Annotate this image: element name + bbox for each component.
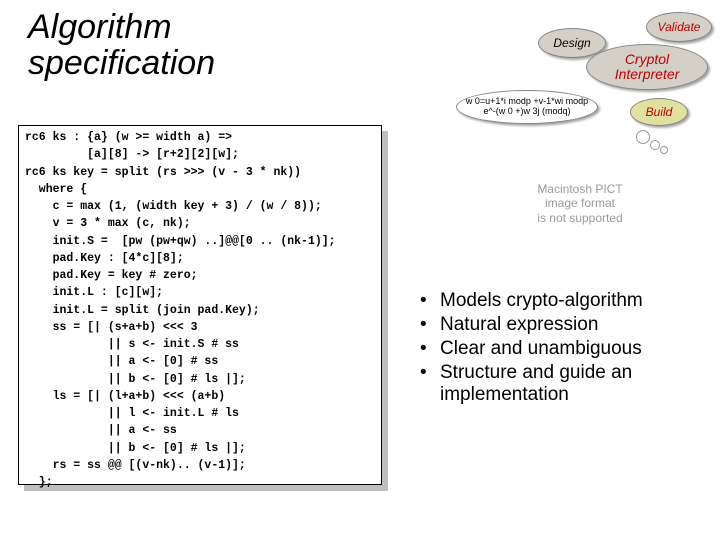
bullet-text: Models crypto-algorithm bbox=[440, 290, 643, 312]
title-line-2: specification bbox=[28, 44, 215, 82]
bullet-marker: • bbox=[420, 314, 440, 336]
bubble-icon bbox=[660, 146, 668, 154]
formula-line-2: e^-(w 0 +)w 3j (modq) bbox=[484, 107, 571, 117]
placeholder-line: Macintosh PICT bbox=[520, 182, 640, 196]
bullet-text: Clear and unambiguous bbox=[440, 338, 642, 360]
process-diagram: Design Validate Cryptol Interpreter Buil… bbox=[408, 8, 708, 168]
oval-cryptol-interpreter: Cryptol Interpreter bbox=[586, 44, 708, 90]
missing-image-placeholder: Macintosh PICT image format is not suppo… bbox=[520, 182, 640, 225]
code-content: rc6 ks : {a} (w >= width a) => [a][8] ->… bbox=[18, 125, 382, 485]
title-line-1: Algorithm bbox=[28, 8, 172, 46]
page-title: Algorithm specification bbox=[28, 10, 215, 81]
placeholder-line: is not supported bbox=[520, 211, 640, 225]
bullet-text: Structure and guide an implementation bbox=[440, 362, 710, 406]
bullet-marker: • bbox=[420, 362, 440, 406]
bullet-text: Natural expression bbox=[440, 314, 598, 336]
bubble-icon bbox=[636, 130, 650, 144]
bullet-list: • Models crypto-algorithm • Natural expr… bbox=[420, 290, 710, 408]
build-label: Build bbox=[646, 105, 673, 119]
list-item: • Models crypto-algorithm bbox=[420, 290, 710, 312]
oval-build: Build bbox=[630, 98, 688, 126]
oval-validate: Validate bbox=[646, 12, 712, 42]
cryptol-label-1: Cryptol bbox=[625, 52, 669, 67]
cryptol-label-2: Interpreter bbox=[615, 67, 680, 82]
validate-label: Validate bbox=[658, 20, 701, 34]
design-label: Design bbox=[553, 36, 590, 50]
list-item: • Clear and unambiguous bbox=[420, 338, 710, 360]
list-item: • Natural expression bbox=[420, 314, 710, 336]
bubble-icon bbox=[650, 140, 660, 150]
list-item: • Structure and guide an implementation bbox=[420, 362, 710, 406]
placeholder-line: image format bbox=[520, 196, 640, 210]
bullet-marker: • bbox=[420, 290, 440, 312]
bullet-marker: • bbox=[420, 338, 440, 360]
code-block: rc6 ks : {a} (w >= width a) => [a][8] ->… bbox=[18, 125, 382, 485]
oval-formula: w 0=u+1*i modp +v-1*wi modp e^-(w 0 +)w … bbox=[456, 90, 598, 124]
